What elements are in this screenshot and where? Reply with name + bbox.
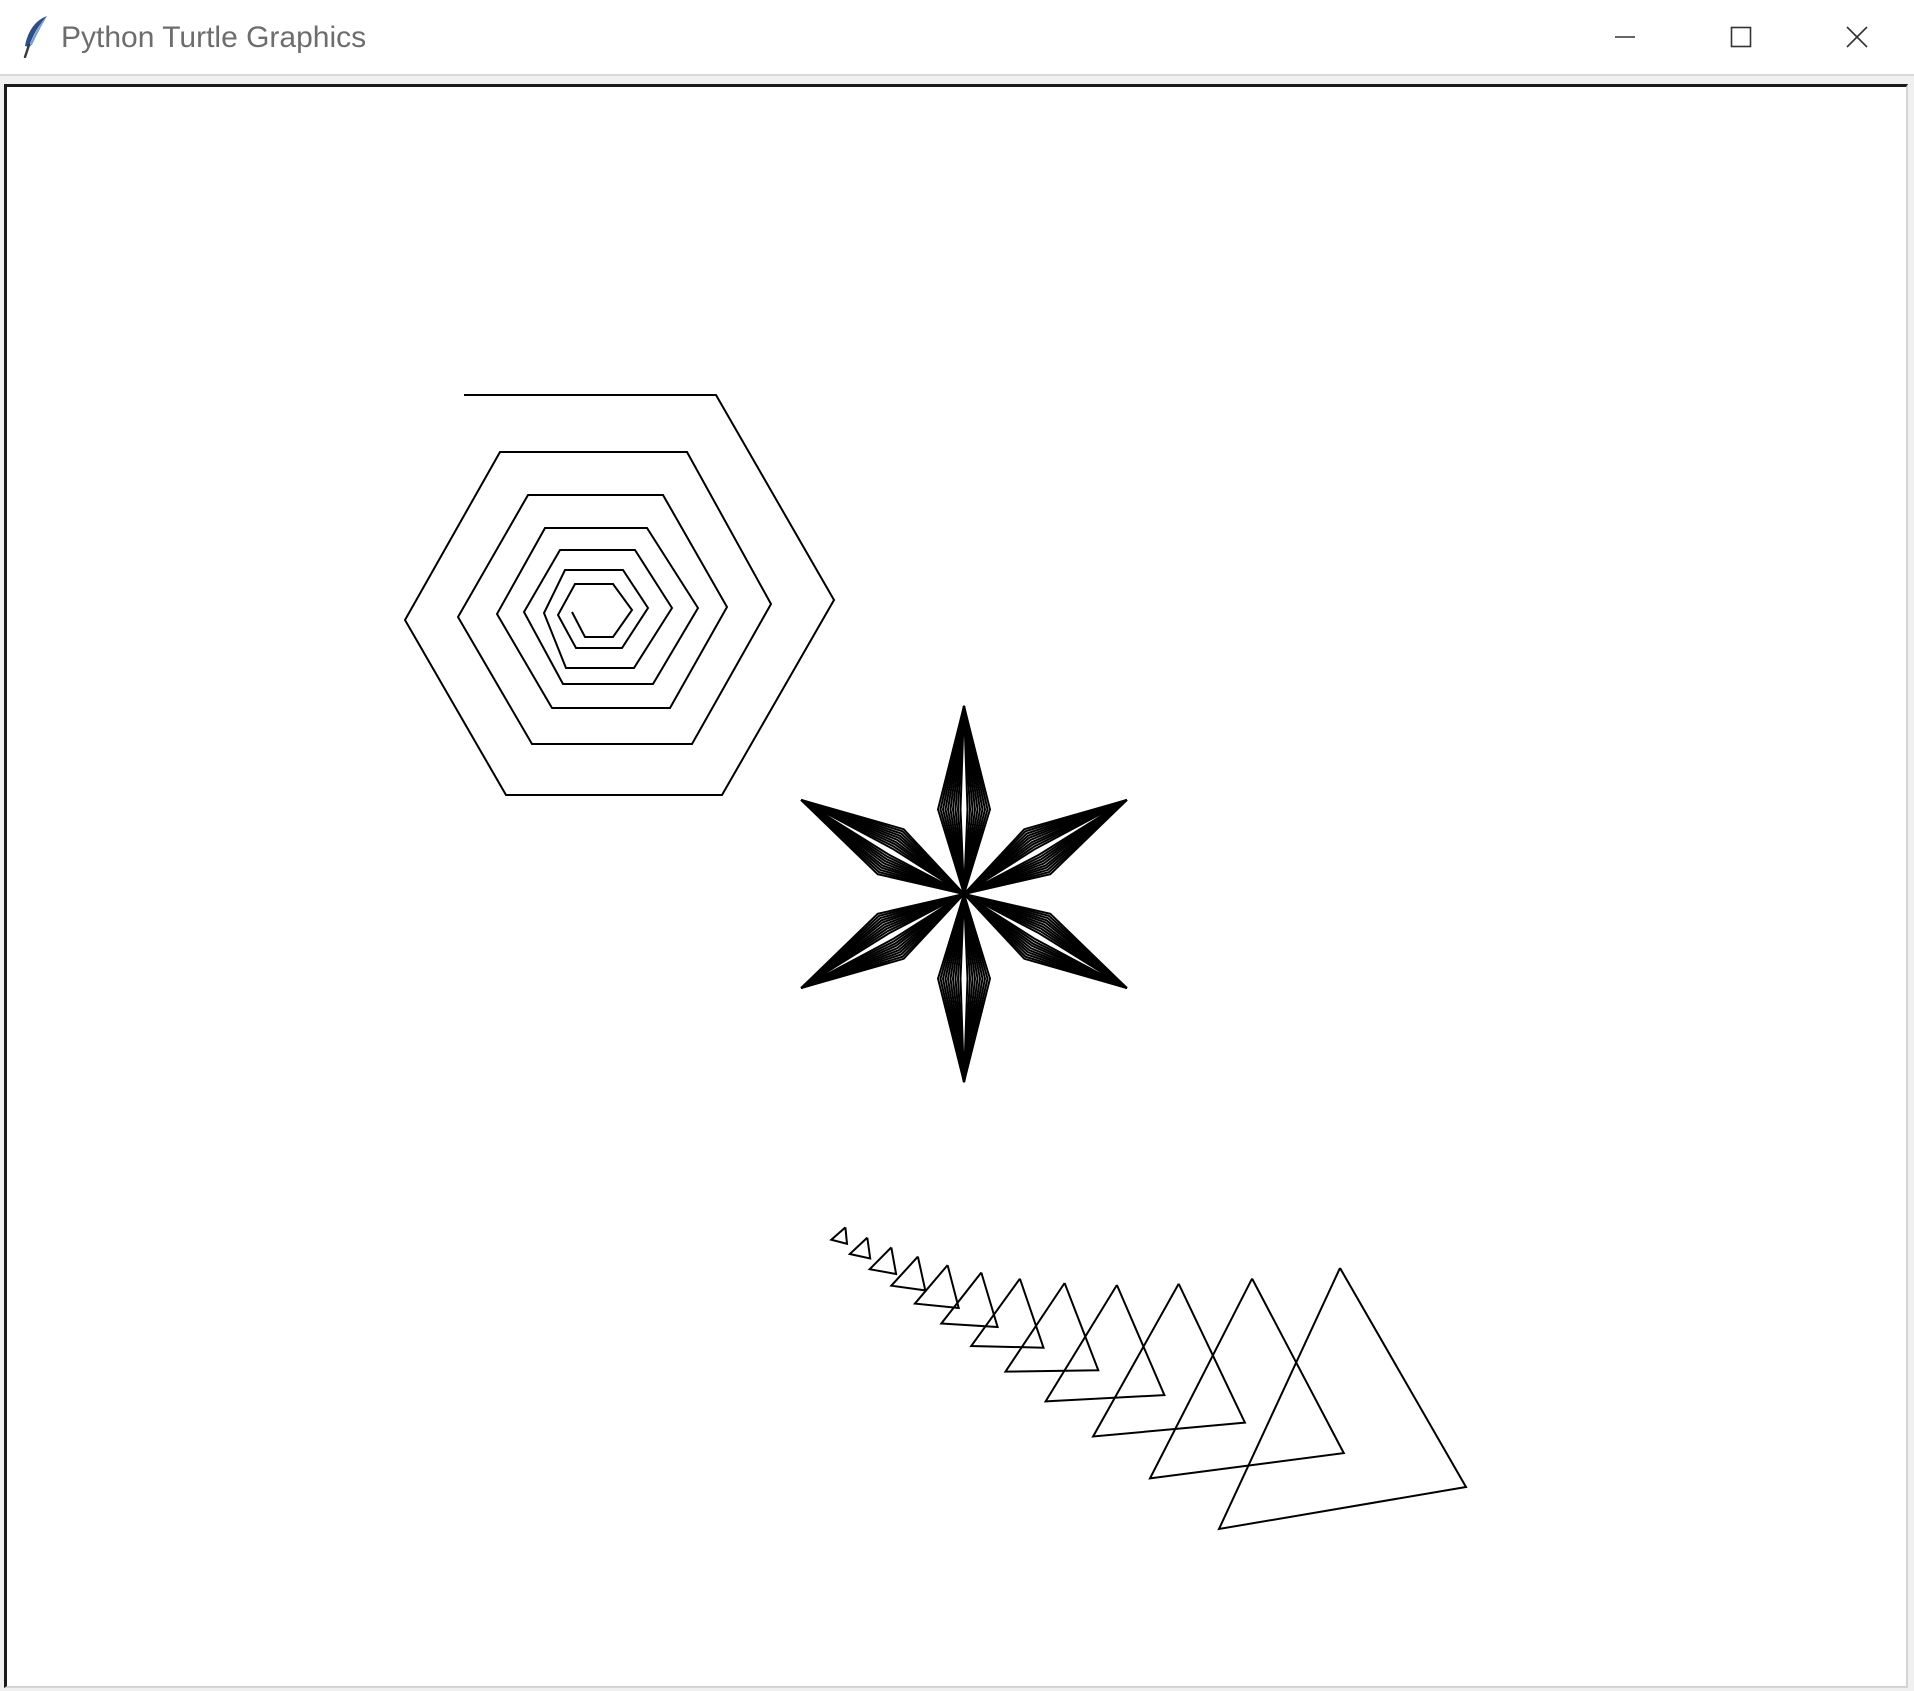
maximize-button[interactable] [1683,0,1799,74]
turtle-canvas-frame [4,84,1908,1688]
close-icon [1846,26,1868,48]
triangle-outline [969,1278,1045,1349]
triangle-outline [939,1271,999,1329]
window-title: Python Turtle Graphics [61,21,367,54]
six-petal-flower [800,705,1128,1083]
minimize-button[interactable] [1567,0,1683,74]
hexagon-spiral [403,394,836,796]
triangle-outline [847,1236,872,1260]
maximize-icon [1730,26,1752,48]
turtle-canvas[interactable] [7,87,1906,1686]
triangle-sequence [829,1226,1468,1531]
turtle-window: Python Turtle Graphics [0,0,1914,1691]
minimize-icon [1614,26,1636,48]
feather-icon [20,14,50,59]
triangle-outline [1091,1283,1247,1438]
triangle-outline [829,1226,849,1246]
triangle-outline [1043,1284,1166,1403]
hexagon-spiral-line [403,394,836,796]
triangle-outline [867,1246,898,1276]
triangle-outline [1003,1282,1100,1373]
triangle-outline [1217,1267,1468,1531]
title-bar[interactable]: Python Turtle Graphics [0,0,1914,76]
triangle-outline [1148,1278,1346,1480]
close-button[interactable] [1799,0,1914,74]
